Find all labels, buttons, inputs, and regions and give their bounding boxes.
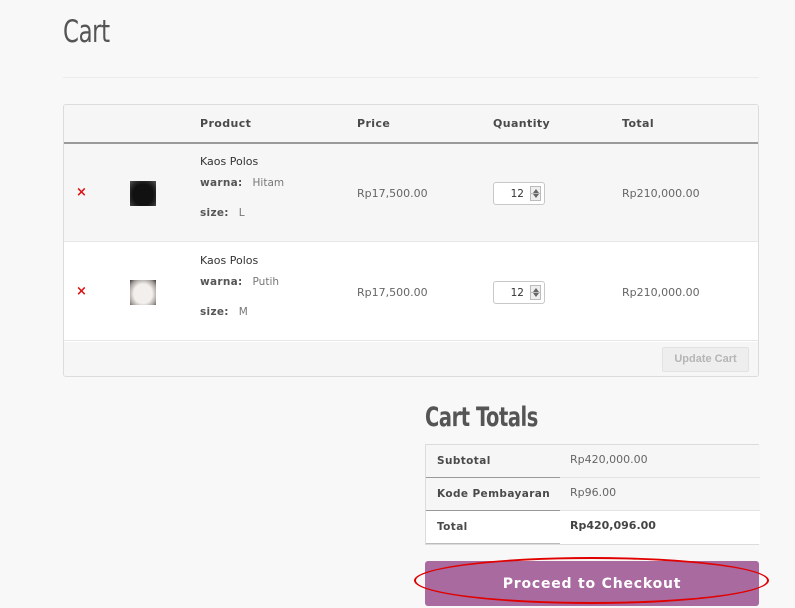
attribute-key: size:: [200, 207, 229, 219]
product-attribute: warna: Putih: [200, 276, 279, 288]
page-title: Cart: [63, 14, 110, 50]
cart-table: Product Price Quantity Total × Kaos Polo…: [63, 104, 759, 377]
item-total: Rp210,000.00: [622, 286, 700, 299]
attribute-key: warna:: [200, 177, 243, 189]
quantity-stepper[interactable]: [530, 285, 541, 300]
header-quantity: Quantity: [493, 117, 551, 130]
attribute-value: Putih: [252, 276, 280, 288]
white-tshirt-thumbnail[interactable]: [130, 280, 156, 305]
decrement-icon[interactable]: [533, 293, 539, 297]
attribute-key: warna:: [200, 276, 243, 288]
product-attribute: size: L: [200, 207, 245, 219]
table-row: × Kaos Polos warna: Hitam size: L Rp17,500…: [64, 144, 758, 242]
header-total: Total: [622, 117, 655, 130]
item-price: Rp17,500.00: [357, 187, 428, 200]
totals-row: Subtotal Rp420,000.00: [426, 445, 760, 478]
totals-label: Total: [426, 511, 560, 544]
quantity-input[interactable]: 12: [493, 182, 545, 205]
header-product: Product: [200, 117, 252, 130]
attribute-value: M: [238, 306, 248, 318]
item-price: Rp17,500.00: [357, 286, 428, 299]
cart-totals-title: Cart Totals: [425, 402, 538, 433]
product-name-link[interactable]: Kaos Polos: [200, 155, 258, 168]
remove-item-icon[interactable]: ×: [76, 186, 87, 199]
totals-label: Subtotal: [426, 445, 560, 478]
table-row: × Kaos Polos warna: Putih size: M Rp17,500…: [64, 243, 758, 341]
totals-row: Total Rp420,096.00: [426, 511, 760, 544]
remove-item-icon[interactable]: ×: [76, 285, 87, 298]
attribute-value: Hitam: [252, 177, 285, 189]
title-divider: [63, 77, 759, 78]
proceed-to-checkout-button[interactable]: Proceed to Checkout: [425, 561, 759, 606]
item-total: Rp210,000.00: [622, 187, 700, 200]
cart-table-header: Product Price Quantity Total: [64, 105, 758, 144]
quantity-value[interactable]: 12: [511, 287, 524, 299]
cart-actions: Update Cart: [64, 342, 758, 376]
totals-value: Rp420,000.00: [560, 445, 760, 478]
product-attribute: size: M: [200, 306, 248, 318]
quantity-stepper[interactable]: [530, 186, 541, 201]
totals-value: Rp96.00: [560, 478, 760, 511]
header-price: Price: [357, 117, 391, 130]
update-cart-button[interactable]: Update Cart: [662, 347, 749, 372]
product-name-link[interactable]: Kaos Polos: [200, 254, 258, 267]
attribute-value: L: [238, 207, 245, 219]
product-attribute: warna: Hitam: [200, 177, 284, 189]
quantity-value[interactable]: 12: [511, 188, 524, 200]
totals-label: Kode Pembayaran: [426, 478, 560, 511]
quantity-input[interactable]: 12: [493, 281, 545, 304]
totals-value: Rp420,096.00: [560, 511, 760, 544]
attribute-key: size:: [200, 306, 229, 318]
cart-totals-table: Subtotal Rp420,000.00 Kode Pembayaran Rp…: [425, 444, 760, 545]
decrement-icon[interactable]: [533, 194, 539, 198]
totals-row: Kode Pembayaran Rp96.00: [426, 478, 760, 511]
black-tshirt-thumbnail[interactable]: [130, 181, 156, 206]
